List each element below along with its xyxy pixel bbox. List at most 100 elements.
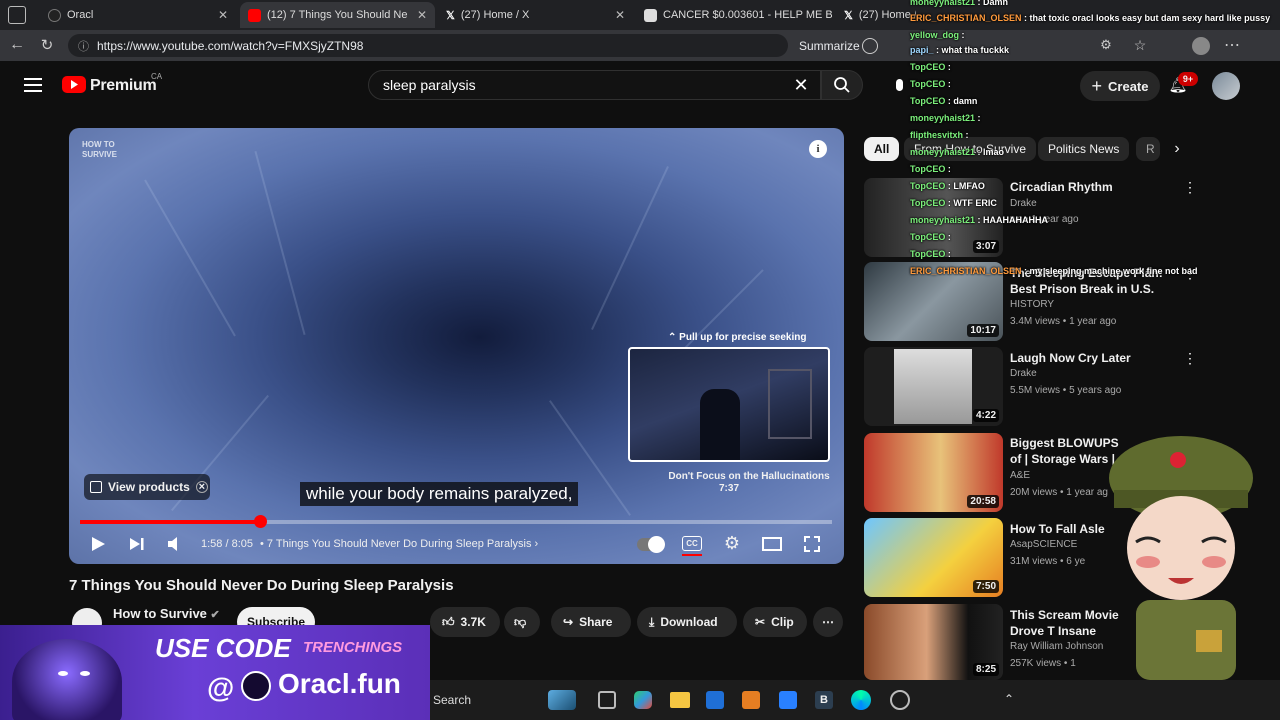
autoplay-toggle[interactable] bbox=[637, 536, 665, 553]
search-input[interactable]: sleep paralysis bbox=[368, 70, 821, 100]
bag-icon bbox=[90, 481, 102, 493]
profile-avatar[interactable] bbox=[1192, 37, 1210, 55]
site-info-icon[interactable]: ⓘ bbox=[78, 38, 89, 54]
chat-message: ERIC_CHRISTIAN_OLSEN : that toxic oracl … bbox=[910, 13, 1271, 23]
chat-username: moneyyhaist21 bbox=[910, 215, 976, 225]
tab-actions-icon[interactable] bbox=[8, 6, 26, 24]
amazon-icon[interactable] bbox=[742, 691, 760, 709]
close-icon[interactable]: × bbox=[195, 481, 208, 493]
search-button[interactable] bbox=[821, 70, 863, 100]
menu-icon[interactable] bbox=[24, 78, 42, 92]
rec-channel[interactable]: Drake bbox=[1010, 368, 1037, 379]
voice-search-icon[interactable] bbox=[892, 76, 906, 94]
search-icon bbox=[834, 77, 850, 93]
chat-message: TopCEO : bbox=[910, 249, 951, 259]
premium-logo[interactable]: Premium bbox=[90, 77, 157, 95]
tab-cancer[interactable]: CANCER $0.003601 - HELP ME BE✕ bbox=[636, 2, 832, 28]
chat-text: LMFAO bbox=[953, 181, 985, 191]
oracl-favicon-icon bbox=[48, 8, 61, 22]
chapter-title[interactable]: • 7 Things You Should Never Do During Sl… bbox=[260, 538, 538, 550]
at-symbol: @ bbox=[207, 672, 235, 703]
rec-thumbnail[interactable]: 4:22 bbox=[864, 347, 1003, 426]
rec-thumbnail[interactable]: 20:58 bbox=[864, 433, 1003, 512]
rec-title[interactable]: Circadian Rhythm bbox=[1010, 179, 1180, 195]
rec-title[interactable]: How To Fall Asle bbox=[1010, 521, 1110, 537]
rec-thumbnail[interactable]: 7:50 bbox=[864, 518, 1003, 597]
region-code: CA bbox=[151, 72, 163, 81]
refresh-icon[interactable]: ↻ bbox=[38, 36, 56, 54]
file-explorer-icon[interactable] bbox=[670, 692, 690, 708]
taskbar-search[interactable]: Search bbox=[433, 693, 471, 707]
summarize-icon[interactable] bbox=[862, 38, 878, 54]
youtube-logo-icon[interactable] bbox=[62, 76, 86, 93]
address-bar[interactable]: ⓘ https://www.youtube.com/watch?v=FMXSjyZ… bbox=[68, 34, 788, 57]
settings-icon[interactable]: ⚙ bbox=[722, 533, 742, 553]
play-icon[interactable] bbox=[90, 536, 106, 552]
kebab-menu-icon[interactable]: ⋮ bbox=[1183, 350, 1197, 366]
chat-message: TopCEO : bbox=[910, 164, 951, 174]
kebab-menu-icon[interactable]: ⋮ bbox=[1183, 179, 1197, 195]
rec-meta: 20M views • 1 year ag bbox=[1010, 487, 1108, 498]
app-b-icon[interactable]: B bbox=[815, 691, 833, 709]
more-icon[interactable]: ⋯ bbox=[1224, 36, 1240, 54]
extensions-icon[interactable]: ⚙ bbox=[1098, 37, 1114, 53]
dropbox-icon[interactable] bbox=[779, 691, 797, 709]
rec-channel[interactable]: HISTORY bbox=[1010, 299, 1054, 310]
share-button[interactable]: ↪ Share bbox=[551, 607, 631, 637]
dislike-button[interactable]: 👎︎ bbox=[504, 607, 540, 637]
rec-channel[interactable]: Ray William Johnson bbox=[1010, 641, 1103, 652]
close-tab-icon[interactable]: ✕ bbox=[218, 8, 228, 22]
rec-channel[interactable]: A&E bbox=[1010, 470, 1030, 481]
task-view-icon[interactable] bbox=[598, 691, 616, 709]
preview-chapter: Don't Focus on the Hallucinations bbox=[668, 471, 830, 482]
copilot-icon[interactable] bbox=[634, 691, 652, 709]
clear-search-icon[interactable]: ✕ bbox=[792, 75, 810, 95]
chevron-right-icon[interactable]: › bbox=[1168, 140, 1186, 158]
theater-mode-icon[interactable] bbox=[762, 537, 782, 551]
chat-message: ERIC_CHRISTIAN_OLSEN : my sleeping machi… bbox=[910, 266, 1198, 276]
rec-title[interactable]: Laugh Now Cry Later bbox=[1010, 350, 1180, 366]
chat-username: TopCEO bbox=[910, 198, 946, 208]
download-button[interactable]: ⤓ Download bbox=[637, 607, 737, 637]
chip-partial[interactable]: R bbox=[1136, 137, 1160, 161]
chip-all[interactable]: All bbox=[864, 137, 900, 161]
close-tab-icon[interactable]: ✕ bbox=[417, 8, 427, 22]
view-products-button[interactable]: View products × bbox=[84, 474, 210, 500]
chip-politics-news[interactable]: Politics News bbox=[1038, 137, 1130, 161]
close-tab-icon[interactable]: ✕ bbox=[615, 8, 625, 22]
info-icon[interactable]: i bbox=[809, 140, 827, 158]
tab-oracl[interactable]: Oracl ✕ bbox=[40, 2, 236, 28]
chat-text: WTF ERIC bbox=[953, 198, 997, 208]
widgets-icon[interactable] bbox=[548, 690, 576, 710]
chat-message: TopCEO : bbox=[910, 232, 951, 242]
tray-chevron-icon[interactable]: ⌃ bbox=[1002, 692, 1016, 706]
subtitles-icon[interactable]: CC bbox=[682, 536, 702, 551]
favorites-icon[interactable]: ☆ bbox=[1132, 37, 1148, 53]
more-actions-icon[interactable]: ⋯ bbox=[813, 607, 843, 637]
channel-name[interactable]: How to Survive ✔ bbox=[113, 606, 220, 621]
chevron-up-icon: ⌃ bbox=[668, 332, 680, 343]
like-button[interactable]: 👍︎ 3.7K bbox=[430, 607, 500, 637]
screen: Oracl ✕ (12) 7 Things You Should Ne ✕ 𝕏 (27… bbox=[0, 0, 1280, 720]
account-avatar[interactable] bbox=[1212, 72, 1240, 100]
back-icon[interactable]: ← bbox=[8, 36, 26, 54]
next-icon[interactable] bbox=[129, 536, 145, 552]
oracl-logo-icon bbox=[241, 671, 271, 701]
chat-text: Damn bbox=[983, 0, 1009, 7]
chat-username: flipthesvitxh bbox=[910, 130, 964, 140]
summarize-button[interactable]: Summarize bbox=[799, 39, 860, 53]
rec-thumbnail[interactable]: 8:25 bbox=[864, 604, 1003, 680]
app-circle-icon[interactable] bbox=[890, 690, 910, 710]
volume-icon[interactable] bbox=[167, 536, 183, 552]
tab-youtube[interactable]: (12) 7 Things You Should Ne ✕ bbox=[240, 2, 435, 28]
tab-x-home[interactable]: 𝕏 (27) Home / X ✕ bbox=[438, 2, 633, 28]
rec-channel[interactable]: Drake bbox=[1010, 198, 1037, 209]
create-button[interactable]: + Create bbox=[1080, 71, 1160, 101]
share-icon: ↪ bbox=[563, 615, 574, 629]
clip-button[interactable]: ✂ Clip bbox=[743, 607, 807, 637]
tab-x-home-2[interactable]: 𝕏(27) Home / X bbox=[836, 2, 916, 28]
rec-channel[interactable]: AsapSCIENCE bbox=[1010, 539, 1077, 550]
store-icon[interactable] bbox=[706, 691, 724, 709]
edge-icon[interactable] bbox=[851, 690, 871, 710]
fullscreen-icon[interactable] bbox=[804, 536, 820, 552]
